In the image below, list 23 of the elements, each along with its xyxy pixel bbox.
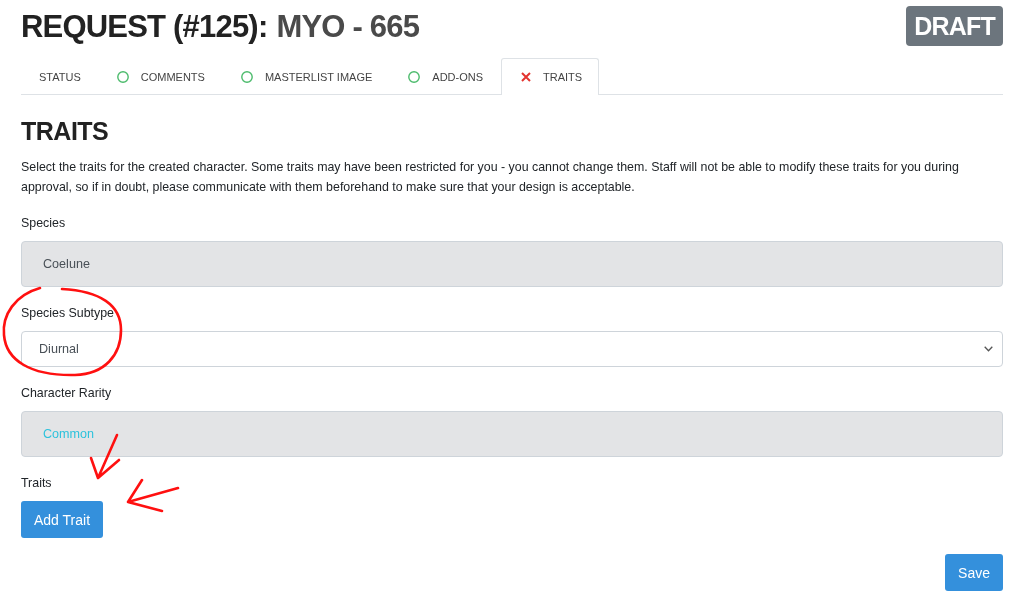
tab[interactable]: COMMENTS [98, 58, 223, 95]
page-title: REQUEST (#125): [21, 8, 268, 46]
field-label: Species [21, 215, 66, 232]
request-name: MYO - 665 [276, 8, 420, 46]
section-heading: TRAITS [21, 116, 110, 147]
chevron-icon [984, 346, 993, 352]
circle-icon [240, 71, 253, 83]
field-label: Species Subtype [21, 305, 114, 322]
readonly-field: Common [21, 411, 1003, 457]
select-field[interactable]: Diurnal [21, 331, 1003, 367]
tab[interactable]: MASTERLIST IMAGE [222, 58, 391, 95]
tab[interactable]: TRAITS [501, 58, 600, 95]
tab[interactable]: ADD-ONS [390, 58, 502, 95]
annotation-arrow [126, 478, 180, 513]
field-label: Character Rarity [21, 385, 112, 402]
field-label: Traits [21, 475, 52, 492]
cross-icon [521, 72, 532, 82]
readonly-field: Coelune [21, 241, 1003, 287]
circle-icon [408, 71, 421, 83]
circle-icon [116, 71, 129, 83]
description-text: Select the traits for the created character. Some traits may have been restricted for you - you cannot change them. Staff will not be able to modify these traits for you during approval, so if in doubt, please communicate with them beforehand to make sure that your design is acceptable. [21, 159, 960, 196]
status-badge: DRAFT [906, 6, 1003, 46]
tab[interactable]: STATUS [21, 58, 99, 95]
